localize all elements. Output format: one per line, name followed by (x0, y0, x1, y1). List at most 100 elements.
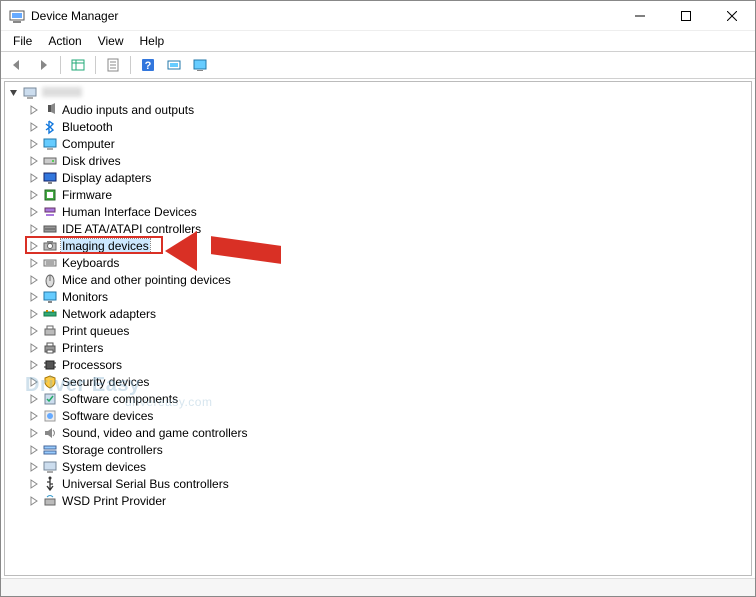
menu-action[interactable]: Action (40, 32, 89, 50)
tree-item-label[interactable]: Monitors (61, 290, 109, 304)
tree-item[interactable]: Audio inputs and outputs (5, 101, 751, 118)
menu-view[interactable]: View (90, 32, 132, 50)
tree-item[interactable]: Imaging devices (5, 237, 751, 254)
tree-item-label[interactable]: Computer (61, 137, 116, 151)
imaging-icon (42, 238, 58, 254)
tree-item-label[interactable]: Keyboards (61, 256, 120, 270)
tree-item-label[interactable]: Mice and other pointing devices (61, 273, 232, 287)
tree-item-label[interactable]: Printers (61, 341, 104, 355)
expander-icon[interactable] (27, 290, 41, 304)
tree-item[interactable]: Bluetooth (5, 118, 751, 135)
expander-icon[interactable] (27, 443, 41, 457)
expander-icon[interactable] (27, 171, 41, 185)
menubar: File Action View Help (1, 31, 755, 51)
expander-icon[interactable] (27, 256, 41, 270)
tree-item[interactable]: Software devices (5, 407, 751, 424)
computer-icon (42, 136, 58, 152)
expander-icon[interactable] (27, 324, 41, 338)
tree-item[interactable]: Storage controllers (5, 441, 751, 458)
tree-item-label[interactable]: Imaging devices (61, 239, 150, 253)
menu-help[interactable]: Help (132, 32, 173, 50)
tree-item[interactable]: Keyboards (5, 254, 751, 271)
tree-item-label[interactable]: IDE ATA/ATAPI controllers (61, 222, 202, 236)
tree-item[interactable]: IDE ATA/ATAPI controllers (5, 220, 751, 237)
scan-hardware-button[interactable] (162, 54, 186, 76)
tree-item[interactable]: Human Interface Devices (5, 203, 751, 220)
tree-item-label[interactable]: Human Interface Devices (61, 205, 198, 219)
tree-item-label[interactable]: Software components (61, 392, 179, 406)
app-icon (9, 8, 25, 24)
tree-item-label[interactable]: Security devices (61, 375, 150, 389)
tree-item-label[interactable]: Display adapters (61, 171, 152, 185)
tree-item[interactable]: Print queues (5, 322, 751, 339)
forward-button[interactable] (31, 54, 55, 76)
tree-item[interactable]: Security devices (5, 373, 751, 390)
tree-item[interactable]: Software components (5, 390, 751, 407)
tree-item-label[interactable]: WSD Print Provider (61, 494, 167, 508)
tree-item[interactable]: Firmware (5, 186, 751, 203)
tree-item[interactable]: System devices (5, 458, 751, 475)
expander-icon[interactable] (27, 154, 41, 168)
tree-item-label[interactable]: Universal Serial Bus controllers (61, 477, 230, 491)
expander-icon[interactable] (27, 307, 41, 321)
show-hidden-button[interactable] (66, 54, 90, 76)
tree-root[interactable] (5, 84, 751, 101)
expander-icon[interactable] (27, 205, 41, 219)
tree-item[interactable]: Mice and other pointing devices (5, 271, 751, 288)
menu-file[interactable]: File (5, 32, 40, 50)
tree-item-label[interactable]: Print queues (61, 324, 130, 338)
tree-item[interactable]: Universal Serial Bus controllers (5, 475, 751, 492)
expander-icon[interactable] (27, 409, 41, 423)
tree-item[interactable]: Computer (5, 135, 751, 152)
expander-icon[interactable] (27, 375, 41, 389)
tree-item[interactable]: Monitors (5, 288, 751, 305)
tree-item[interactable]: Display adapters (5, 169, 751, 186)
tree-item-label[interactable]: Storage controllers (61, 443, 164, 457)
expander-icon[interactable] (27, 273, 41, 287)
expander-icon[interactable] (7, 86, 21, 100)
expander-icon[interactable] (27, 358, 41, 372)
svg-text:?: ? (145, 60, 152, 72)
maximize-button[interactable] (663, 1, 709, 30)
tree-item-label[interactable]: Processors (61, 358, 123, 372)
add-legacy-button[interactable] (188, 54, 212, 76)
security-icon (42, 374, 58, 390)
tree-item[interactable]: Disk drives (5, 152, 751, 169)
tree-item-label[interactable]: Network adapters (61, 307, 157, 321)
expander-icon[interactable] (27, 426, 41, 440)
expander-icon[interactable] (27, 120, 41, 134)
expander-icon[interactable] (27, 103, 41, 117)
tree-item[interactable]: Processors (5, 356, 751, 373)
expander-icon[interactable] (27, 222, 41, 236)
blurred-hostname (42, 87, 82, 97)
minimize-button[interactable] (617, 1, 663, 30)
window-title: Device Manager (31, 9, 617, 23)
tree-item-label[interactable]: Bluetooth (61, 120, 114, 134)
expander-icon[interactable] (27, 188, 41, 202)
help-button[interactable]: ? (136, 54, 160, 76)
expander-icon[interactable] (27, 494, 41, 508)
tree-item[interactable]: Printers (5, 339, 751, 356)
tree-item-label[interactable]: Software devices (61, 409, 154, 423)
tree-item-label[interactable]: Firmware (61, 188, 113, 202)
expander-icon[interactable] (27, 137, 41, 151)
firmware-icon (42, 187, 58, 203)
properties-button[interactable] (101, 54, 125, 76)
keyboard-icon (42, 255, 58, 271)
expander-icon[interactable] (27, 341, 41, 355)
cpu-icon (42, 357, 58, 373)
tree-item-label[interactable]: System devices (61, 460, 147, 474)
expander-icon[interactable] (27, 460, 41, 474)
expander-icon[interactable] (27, 477, 41, 491)
tree-item-label[interactable]: Disk drives (61, 154, 122, 168)
close-button[interactable] (709, 1, 755, 30)
expander-icon[interactable] (27, 239, 41, 253)
tree-item[interactable]: Network adapters (5, 305, 751, 322)
device-tree[interactable]: Audio inputs and outputs Bluetooth Compute… (4, 81, 752, 576)
tree-item-label[interactable]: Sound, video and game controllers (61, 426, 248, 440)
tree-item-label[interactable]: Audio inputs and outputs (61, 103, 195, 117)
tree-item[interactable]: Sound, video and game controllers (5, 424, 751, 441)
back-button[interactable] (5, 54, 29, 76)
tree-item[interactable]: WSD Print Provider (5, 492, 751, 509)
expander-icon[interactable] (27, 392, 41, 406)
